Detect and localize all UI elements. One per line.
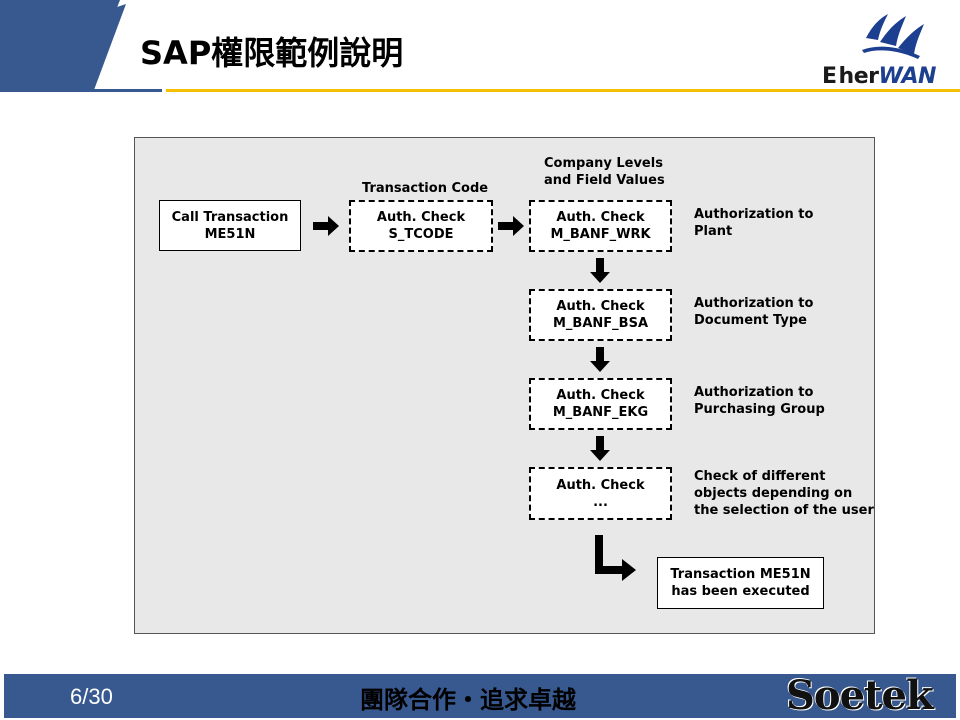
transaction-executed-box: Transaction ME51N has been executed [657,557,824,609]
auth-check-other-box: Auth. Check ... [529,467,672,520]
etherwan-logo-icon [862,14,924,59]
call-transaction-box: Call Transaction ME51N [159,200,301,251]
page-number: 6/30 [70,684,113,709]
auth-check-m-banf-bsa-box: Auth. Check M_BANF_BSA [529,289,672,341]
purchasing-group-auth-description: Authorization to Purchasing Group [694,385,825,417]
etherwan-logo: EherWAN [822,64,936,89]
other-objects-description: Check of different objects depending on … [694,469,874,518]
transaction-code-label: Transaction Code [362,181,489,196]
page-title: SAP權限範例說明 [140,34,404,72]
company-levels-label: Company Levels and Field Values [544,156,665,188]
footer-slogan: 團隊合作‧追求卓越 [360,685,576,714]
auth-check-m-banf-wrk-box: Auth. Check M_BANF_WRK [529,200,672,252]
auth-check-s-tcode-box: Auth. Check S_TCODE [349,200,493,252]
plant-auth-description: Authorization to Plant [694,207,814,239]
soetek-logo: Soetek [786,672,934,719]
document-type-auth-description: Authorization to Document Type [694,296,814,328]
auth-check-m-banf-ekg-box: Auth. Check M_BANF_EKG [529,378,672,430]
